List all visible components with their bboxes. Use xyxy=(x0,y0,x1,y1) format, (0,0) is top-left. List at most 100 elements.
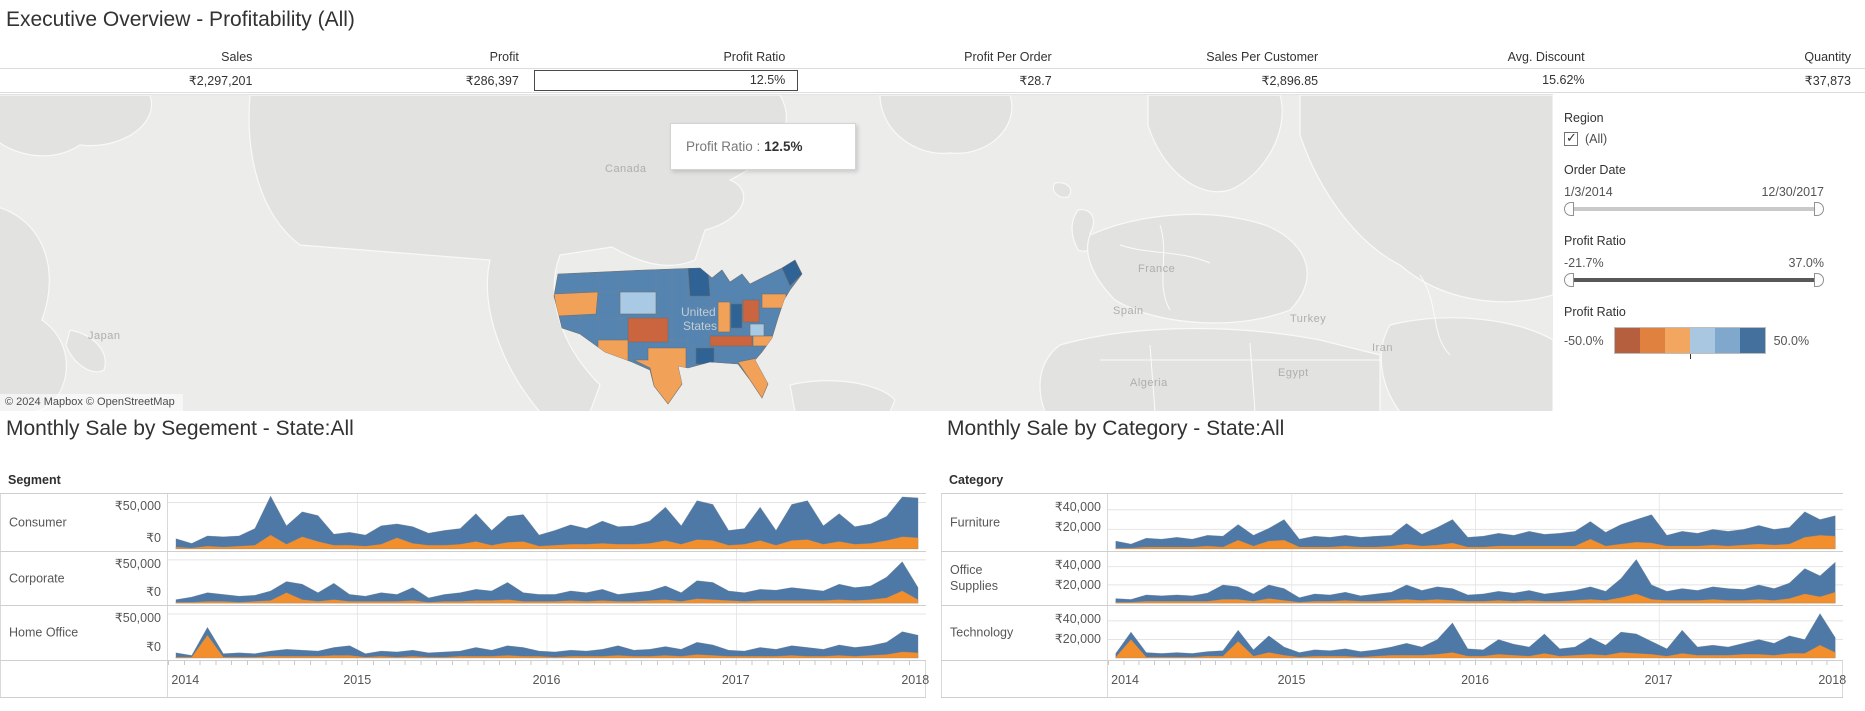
profit-ratio-slider-handle-right[interactable] xyxy=(1814,273,1824,287)
legend-min-value: -50.0% xyxy=(1564,333,1604,348)
state-north-carolina[interactable] xyxy=(752,335,786,347)
order-date-slider[interactable] xyxy=(1564,201,1824,217)
category-row-technology: Technology ₹40,000 ₹20,000 xyxy=(941,606,1843,661)
map-label-france: France xyxy=(1138,263,1176,275)
kpi-value-sales-per-customer[interactable]: ₹2,896.85 xyxy=(1066,69,1332,92)
state-minnesota[interactable] xyxy=(687,267,711,297)
x-tick-2014: 2014 xyxy=(1111,673,1139,687)
x-tick-2017: 2017 xyxy=(1644,673,1673,687)
state-florida[interactable] xyxy=(737,357,769,399)
state-wyoming[interactable] xyxy=(619,291,657,315)
order-date-max: 12/30/2017 xyxy=(1761,185,1824,199)
order-date-filter-label: Order Date xyxy=(1564,163,1626,177)
state-illinois[interactable] xyxy=(717,301,731,333)
y-tick: ₹20,000 xyxy=(1054,632,1101,646)
map-label-egypt: Egypt xyxy=(1278,367,1309,379)
category-x-axis: 2014 2015 2016 2017 2018 xyxy=(941,661,1847,698)
category-group-label: Category xyxy=(949,473,1004,487)
row-label: Technology xyxy=(950,625,1014,640)
x-tick-2016: 2016 xyxy=(532,673,561,687)
world-map[interactable]: United States Canada Japan France Spain … xyxy=(0,94,1553,411)
kpi-label-profit-per-order: Profit Per Order xyxy=(964,50,1052,64)
state-ohio[interactable] xyxy=(742,299,760,323)
state-pennsylvania[interactable] xyxy=(761,293,787,309)
kpi-label-sales: Sales xyxy=(221,50,253,64)
x-tick-2015: 2015 xyxy=(343,673,372,687)
region-all-checkbox[interactable] xyxy=(1564,130,1578,146)
state-tennessee[interactable] xyxy=(709,335,753,347)
map-label-turkey: Turkey xyxy=(1290,313,1327,325)
legend-swatch-4 xyxy=(1714,328,1740,353)
area-chart-corporate[interactable] xyxy=(168,552,926,605)
segment-row-consumer: Consumer ₹50,000 ₹0 xyxy=(0,494,926,552)
y-tick: ₹40,000 xyxy=(1054,500,1101,514)
y-tick: ₹40,000 xyxy=(1054,558,1101,572)
kpi-label-quantity: Quantity xyxy=(1804,50,1851,64)
legend-swatch-2 xyxy=(1664,328,1690,353)
kpi-value-sales[interactable]: ₹2,297,201 xyxy=(0,69,266,92)
profit-ratio-legend-label: Profit Ratio xyxy=(1564,305,1626,319)
profit-ratio-max: 37.0% xyxy=(1788,256,1824,270)
segment-x-axis: 2014 2015 2016 2017 2018 xyxy=(0,661,930,698)
profit-ratio-slider[interactable] xyxy=(1564,272,1824,288)
page-title: Executive Overview - Profitability (All) xyxy=(6,8,355,31)
map-label-japan: Japan xyxy=(88,330,121,342)
order-date-slider-handle-left[interactable] xyxy=(1564,202,1574,216)
row-label: Corporate xyxy=(9,571,65,586)
order-date-slider-track[interactable] xyxy=(1568,207,1820,211)
profit-ratio-slider-track[interactable] xyxy=(1568,278,1820,282)
segment-group-label: Segment xyxy=(8,473,61,487)
area-chart-technology[interactable] xyxy=(1108,606,1843,660)
legend-color-bar xyxy=(1613,327,1766,359)
kpi-value-avg-discount[interactable]: 15.62% xyxy=(1332,69,1598,92)
map-label-iran: Iran xyxy=(1372,342,1393,354)
region-all-option[interactable]: (All) xyxy=(1564,130,1824,146)
y-tick: ₹40,000 xyxy=(1054,612,1101,626)
order-date-slider-handle-right[interactable] xyxy=(1814,202,1824,216)
kpi-label-sales-per-customer: Sales Per Customer xyxy=(1206,50,1319,64)
y-tick: ₹0 xyxy=(146,640,161,654)
y-tick: ₹50,000 xyxy=(114,557,161,571)
y-tick: ₹20,000 xyxy=(1054,520,1101,534)
state-arkansas[interactable] xyxy=(695,347,715,365)
axis-ticks xyxy=(168,661,925,665)
order-date-min: 1/3/2014 xyxy=(1564,185,1613,199)
x-tick-2015: 2015 xyxy=(1277,673,1306,687)
profit-ratio-slider-handle-left[interactable] xyxy=(1564,273,1574,287)
region-all-label: (All) xyxy=(1585,132,1608,146)
legend-swatch-0 xyxy=(1614,328,1640,353)
map-label-canada: Canada xyxy=(605,163,647,175)
kpi-value-quantity[interactable]: ₹37,873 xyxy=(1599,69,1865,92)
segment-chart-title: Monthly Sale by Segement - State:All xyxy=(6,417,354,440)
area-chart-home-office[interactable] xyxy=(168,606,926,660)
area-chart-consumer[interactable] xyxy=(168,494,926,551)
kpi-value-profit-ratio[interactable]: 12.5% xyxy=(533,69,799,92)
legend-swatch-3 xyxy=(1689,328,1715,353)
profit-ratio-color-legend: -50.0% 50.0% xyxy=(1564,327,1824,359)
segment-row-home-office: Home Office ₹50,000 ₹0 xyxy=(0,606,926,661)
state-oregon[interactable] xyxy=(554,291,599,317)
map-label-spain: Spain xyxy=(1113,305,1144,317)
y-tick: ₹20,000 xyxy=(1054,578,1101,592)
state-indiana[interactable] xyxy=(730,303,743,329)
category-row-furniture: Furniture ₹40,000 ₹20,000 xyxy=(941,494,1843,552)
y-tick: ₹50,000 xyxy=(114,611,161,625)
legend-center-tick xyxy=(1689,354,1691,359)
state-west-virginia[interactable] xyxy=(749,323,765,337)
state-colorado[interactable] xyxy=(627,317,669,343)
filter-panel: Region (All) Order Date 1/3/2014 12/30/2… xyxy=(1556,94,1865,411)
y-tick: ₹0 xyxy=(146,585,161,599)
x-tick-2018: 2018 xyxy=(901,673,930,687)
x-tick-2018: 2018 xyxy=(1818,673,1847,687)
kpi-value-profit-per-order[interactable]: ₹28.7 xyxy=(799,69,1065,92)
row-label: Furniture xyxy=(950,515,1001,530)
legend-max-value: 50.0% xyxy=(1773,333,1810,348)
axis-ticks xyxy=(1108,661,1842,665)
kpi-label-profit: Profit xyxy=(489,50,519,64)
map-attribution: © 2024 Mapbox © OpenStreetMap xyxy=(0,394,183,411)
area-chart-office-supplies[interactable] xyxy=(1108,552,1843,605)
us-choropleth[interactable]: United States xyxy=(550,256,865,408)
area-chart-furniture[interactable] xyxy=(1108,494,1843,551)
x-tick-2016: 2016 xyxy=(1461,673,1489,687)
kpi-value-profit[interactable]: ₹286,397 xyxy=(266,69,532,92)
